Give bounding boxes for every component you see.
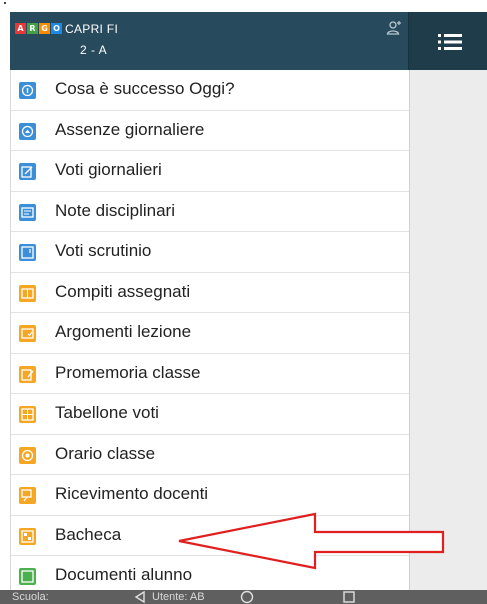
menu-item-tabellone-voti[interactable]: Tabellone voti [11,394,409,435]
back-icon[interactable] [134,591,146,603]
logo-letter: O [51,23,62,34]
utente-value: AB [189,591,205,603]
recent-apps-icon[interactable] [343,591,355,603]
menu-item-label: Compiti assegnati [55,281,191,301]
school-name: CAPRI FI [65,22,119,36]
app-header: A R G O CAPRI FI 2 - A [10,12,408,70]
menu-item-label: Ricevimento docenti [55,484,209,503]
menu-item-label: Argomenti lezione [55,322,192,341]
board-icon [19,406,36,423]
menu-item-cosa-successo-oggi[interactable]: Cosa è successo Oggi? [11,70,409,111]
menu-item-assenze-giornaliere[interactable]: Assenze giornaliere [11,111,409,151]
user-switch-icon[interactable] [386,20,402,36]
menu-item-label: Tabellone voti [55,403,159,422]
menu-item-argomenti-lezione[interactable]: Argomenti lezione [11,313,409,354]
menu-item-label: Cosa è successo Oggi? [55,79,235,98]
grades-icon [19,163,36,180]
notes-icon [19,203,36,221]
menu-item-note-disciplinari[interactable]: Note disciplinari [11,192,409,232]
status-bar: Scuola: Utente: AB [0,590,487,604]
menu-item-label: Note disciplinari [55,200,175,220]
scrutiny-icon [19,244,36,261]
schedule-icon [19,446,36,464]
menu-item-label: Bacheca [55,524,122,544]
menu-item-label: Orario classe [55,443,156,463]
hamburger-icon[interactable] [437,32,463,52]
corner-mark [4,2,6,4]
argo-logo: A R G O [15,23,62,34]
menu-item-compiti-assegnati[interactable]: Compiti assegnati [11,273,409,313]
menu-item-label: Promemoria classe [55,362,201,382]
class-name: 2 - A [80,43,108,57]
menu-item-label: Documenti alunno [55,565,193,584]
noticeboard-icon [19,527,36,545]
logo-letter: R [27,23,38,34]
annotation-arrow [178,512,445,570]
lesson-topics-icon [19,325,36,342]
logo-letter: G [39,23,50,34]
menu-item-voti-scrutinio[interactable]: Voti scrutinio [11,232,409,273]
menu-item-promemoria-classe[interactable]: Promemoria classe [11,354,409,394]
documents-icon [19,568,36,585]
info-icon [19,82,36,99]
absence-icon [19,122,36,140]
menu-item-voti-giornalieri[interactable]: Voti giornalieri [11,151,409,192]
menu-item-orario-classe[interactable]: Orario classe [11,435,409,475]
logo-letter: A [15,23,26,34]
utente-text: Utente: [152,591,188,603]
scuola-label: Scuola: [12,591,49,603]
homework-icon [19,284,36,302]
home-icon[interactable] [240,590,254,604]
teacher-meeting-icon [19,487,36,504]
utente-label: Utente: AB [152,591,205,603]
menu-item-label: Assenze giornaliere [55,119,205,139]
menu-item-label: Voti scrutinio [55,241,152,260]
menu-item-label: Voti giornalieri [55,160,162,179]
reminder-icon [19,365,36,383]
